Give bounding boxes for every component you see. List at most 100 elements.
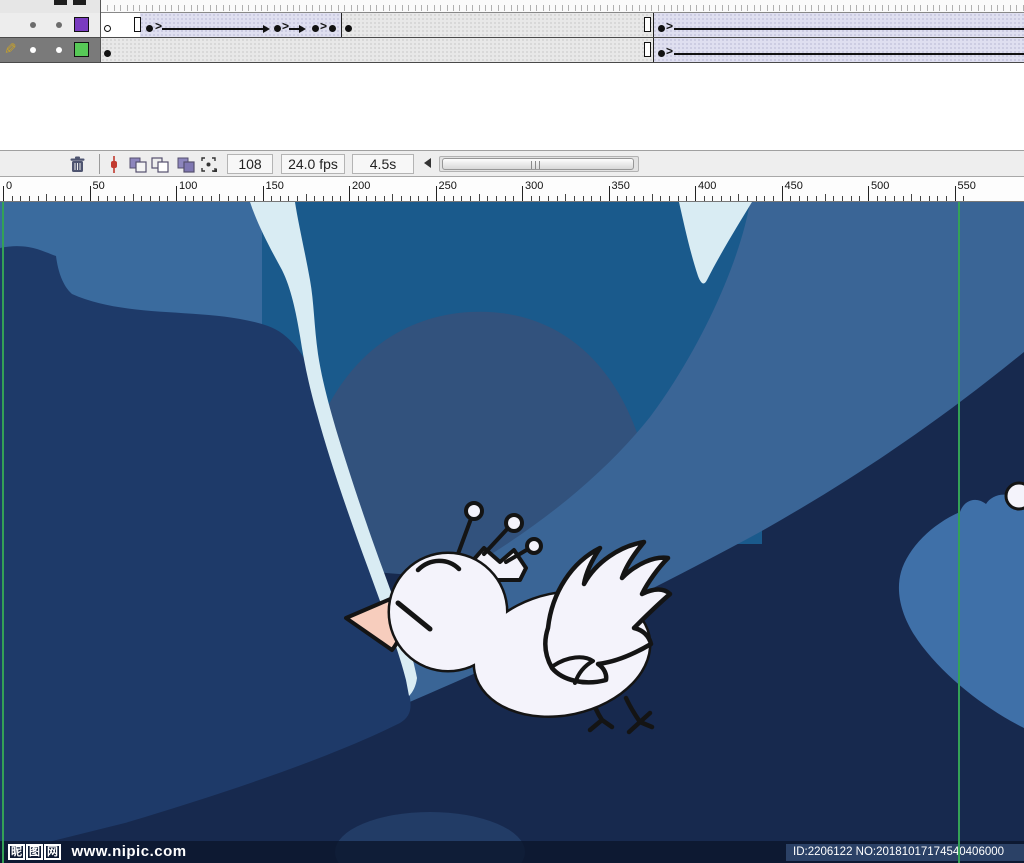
trash-icon[interactable] xyxy=(68,155,87,179)
ruler-minor-tick xyxy=(201,196,203,201)
keyframe-marker[interactable] xyxy=(104,50,111,57)
ruler-minor-tick xyxy=(677,196,679,201)
scrollbar-thumb[interactable] xyxy=(442,158,634,170)
tween-arrow-head[interactable] xyxy=(263,25,270,33)
onion-skin-outlines-icon[interactable] xyxy=(150,155,171,179)
ruler-label: 400 xyxy=(698,180,717,192)
ruler-minor-tick xyxy=(651,194,653,201)
frame-tick xyxy=(702,5,704,11)
vertical-guide-left[interactable] xyxy=(2,202,4,863)
frame-tick xyxy=(645,5,646,11)
stage-canvas[interactable] xyxy=(0,202,1024,863)
tween-arrow-line[interactable] xyxy=(162,28,265,30)
frame-tick xyxy=(497,5,499,11)
frame-divider[interactable] xyxy=(653,38,654,62)
layer1-lock-dot[interactable] xyxy=(56,22,62,28)
ruler-minor-tick xyxy=(772,196,774,201)
frame-tick xyxy=(177,5,179,11)
tween-span[interactable] xyxy=(140,13,341,37)
ruler-minor-tick xyxy=(565,194,567,201)
ruler-minor-tick xyxy=(46,194,48,201)
modify-markers-icon[interactable] xyxy=(199,155,219,179)
layer1-color-swatch[interactable] xyxy=(74,17,89,32)
frame-divider[interactable] xyxy=(653,13,654,37)
logo-char: 昵 xyxy=(8,843,25,860)
tween-span[interactable] xyxy=(653,13,1024,37)
tween-arrow-head[interactable] xyxy=(299,25,306,33)
frame-tick xyxy=(401,5,403,11)
tween-chevron[interactable]: > xyxy=(320,19,327,33)
frame-rate-field[interactable]: 24.0 fps xyxy=(281,154,345,174)
layer2-visibility-dot[interactable] xyxy=(30,47,36,53)
keyframe-marker[interactable] xyxy=(146,25,153,32)
tween-chevron[interactable]: > xyxy=(155,19,162,33)
frame-tick xyxy=(139,5,141,11)
frame-tick xyxy=(1003,5,1005,11)
keyframe-marker[interactable] xyxy=(274,25,281,32)
frame-tick xyxy=(561,5,563,11)
outline-color-header-icon[interactable] xyxy=(73,0,86,5)
frame-tick xyxy=(664,5,666,11)
frame-tick xyxy=(472,5,474,11)
layer2-color-swatch[interactable] xyxy=(74,42,89,57)
frame-tick xyxy=(670,5,672,11)
frames-track-2[interactable]: > xyxy=(101,38,1024,62)
tween-chevron[interactable]: > xyxy=(666,19,673,33)
center-frame-icon[interactable] xyxy=(107,155,121,179)
tween-line[interactable] xyxy=(674,53,1024,55)
elapsed-time-field[interactable]: 4.5s xyxy=(352,154,414,174)
layer-row-1[interactable] xyxy=(0,13,101,37)
tween-chevron[interactable]: > xyxy=(666,44,673,58)
vertical-guide-right[interactable] xyxy=(958,202,960,863)
frame-tick xyxy=(709,5,710,11)
timeline-scrollbar[interactable] xyxy=(439,156,639,172)
static-span[interactable] xyxy=(341,13,653,37)
frame-tick xyxy=(945,5,947,11)
frame-tick xyxy=(113,5,115,11)
ruler-minor-tick xyxy=(842,196,844,201)
watermark-site-text: www.nipic.com xyxy=(71,843,187,861)
current-frame-field[interactable]: 108 xyxy=(227,154,273,174)
static-span[interactable] xyxy=(101,38,653,62)
ruler-minor-tick xyxy=(470,196,472,201)
frame-tick xyxy=(651,5,653,11)
frame-tick xyxy=(344,5,346,11)
span-end-marker[interactable] xyxy=(134,17,141,32)
onion-skin-icon[interactable] xyxy=(128,155,149,179)
outline-color-header-icon[interactable] xyxy=(54,0,67,5)
ruler-minor-tick xyxy=(478,194,480,201)
keyframe-marker[interactable] xyxy=(312,25,319,32)
horizontal-ruler[interactable]: 0 50 100 150 200 250 300 350 400 450 500 550 xyxy=(0,177,1024,202)
tween-chevron[interactable]: > xyxy=(282,19,289,33)
frames-track-1[interactable]: > > > > xyxy=(101,13,1024,37)
scroll-left-icon[interactable] xyxy=(424,158,431,168)
ruler-minor-tick xyxy=(539,196,541,201)
keyframe-marker[interactable] xyxy=(658,50,665,57)
span-end-marker[interactable] xyxy=(644,42,651,57)
layer2-lock-dot[interactable] xyxy=(56,47,62,53)
ruler-major-tick xyxy=(608,186,610,201)
keyframe-marker[interactable] xyxy=(345,25,352,32)
frame-tick xyxy=(165,5,166,11)
frame-tick xyxy=(549,5,550,11)
frame-tick xyxy=(606,5,608,11)
empty-keyframe-marker[interactable] xyxy=(104,25,111,32)
frame-divider[interactable] xyxy=(341,13,342,37)
keyframe-marker[interactable] xyxy=(658,25,665,32)
frame-tick xyxy=(817,5,819,11)
layer1-visibility-dot[interactable] xyxy=(30,22,36,28)
ruler-major-tick xyxy=(522,186,523,201)
ruler-minor-tick xyxy=(132,194,134,201)
ruler-minor-tick xyxy=(591,196,593,201)
ruler-minor-tick xyxy=(547,196,549,201)
layer-row-2-selected[interactable]: ✎ xyxy=(0,38,101,62)
ruler-minor-tick xyxy=(331,196,333,201)
keyframe-marker[interactable] xyxy=(329,25,336,32)
tween-span[interactable] xyxy=(653,38,1024,62)
frame-tick xyxy=(888,5,890,11)
timeline: > > > > ✎ > xyxy=(0,13,1024,63)
span-end-marker[interactable] xyxy=(644,17,651,32)
edit-multiple-frames-icon[interactable] xyxy=(176,155,197,179)
frame-tick xyxy=(965,5,966,11)
tween-line[interactable] xyxy=(674,28,1024,30)
